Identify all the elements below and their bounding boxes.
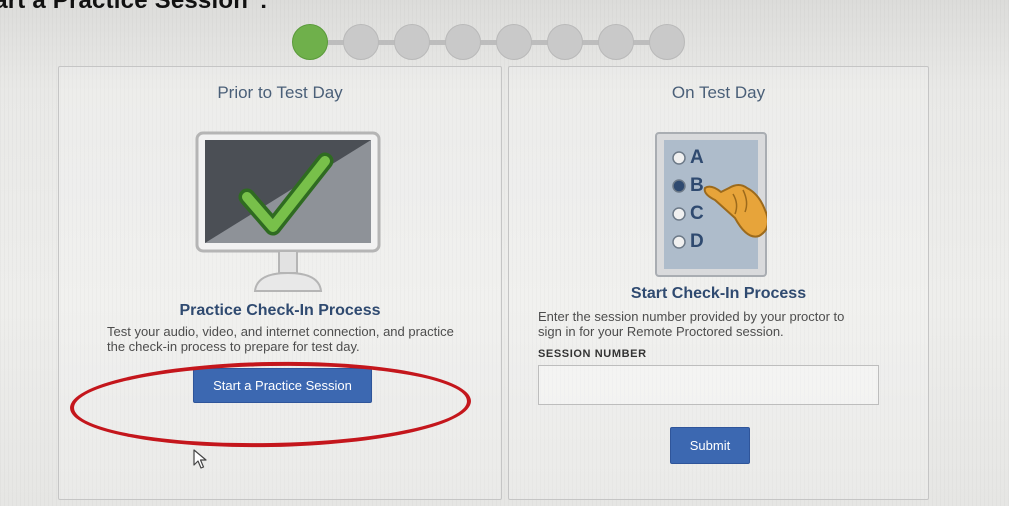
progress-steps — [288, 22, 688, 62]
option-d-label: D — [690, 231, 704, 252]
prior-panel-title: Prior to Test Day — [217, 83, 343, 102]
option-b-label: B — [690, 175, 704, 196]
monitor-checkmark-icon — [195, 131, 381, 292]
step-5-indicator — [496, 24, 532, 60]
session-number-label: SESSION NUMBER — [538, 348, 647, 360]
session-number-input[interactable] — [538, 365, 879, 405]
step-2-indicator — [343, 24, 379, 60]
check-in-heading: Start Check-In Process — [630, 285, 807, 302]
step-4-indicator — [445, 24, 481, 60]
option-c-label: C — [690, 203, 704, 224]
test-day-panel-title: On Test Day — [671, 83, 766, 102]
on-test-day-panel: On Test Day A B C D Start Check-In Proce… — [508, 66, 929, 500]
submit-button[interactable]: Submit — [670, 427, 750, 464]
multiple-choice-pointer-icon — [655, 132, 767, 277]
practice-heading: Practice Check-In Process — [179, 302, 381, 319]
option-a-label: A — [690, 147, 704, 168]
practice-description-line-1: Test your audio, video, and internet con… — [107, 324, 454, 339]
practice-description-line-2: the check-in process to prepare for test… — [107, 339, 360, 354]
step-1-indicator — [292, 24, 328, 60]
step-7-indicator — [598, 24, 634, 60]
photo-of-screen: tart a Practice Session": Prior to Test … — [0, 0, 1009, 506]
step-6-indicator — [547, 24, 583, 60]
check-in-description-line-2: sign in for your Remote Proctored sessio… — [538, 324, 784, 339]
mouse-pointer-icon — [193, 449, 207, 469]
instruction-caption: tart a Practice Session": — [0, 0, 268, 14]
step-8-indicator — [649, 24, 685, 60]
check-in-description-line-1: Enter the session number provided by you… — [538, 309, 845, 324]
step-3-indicator — [394, 24, 430, 60]
